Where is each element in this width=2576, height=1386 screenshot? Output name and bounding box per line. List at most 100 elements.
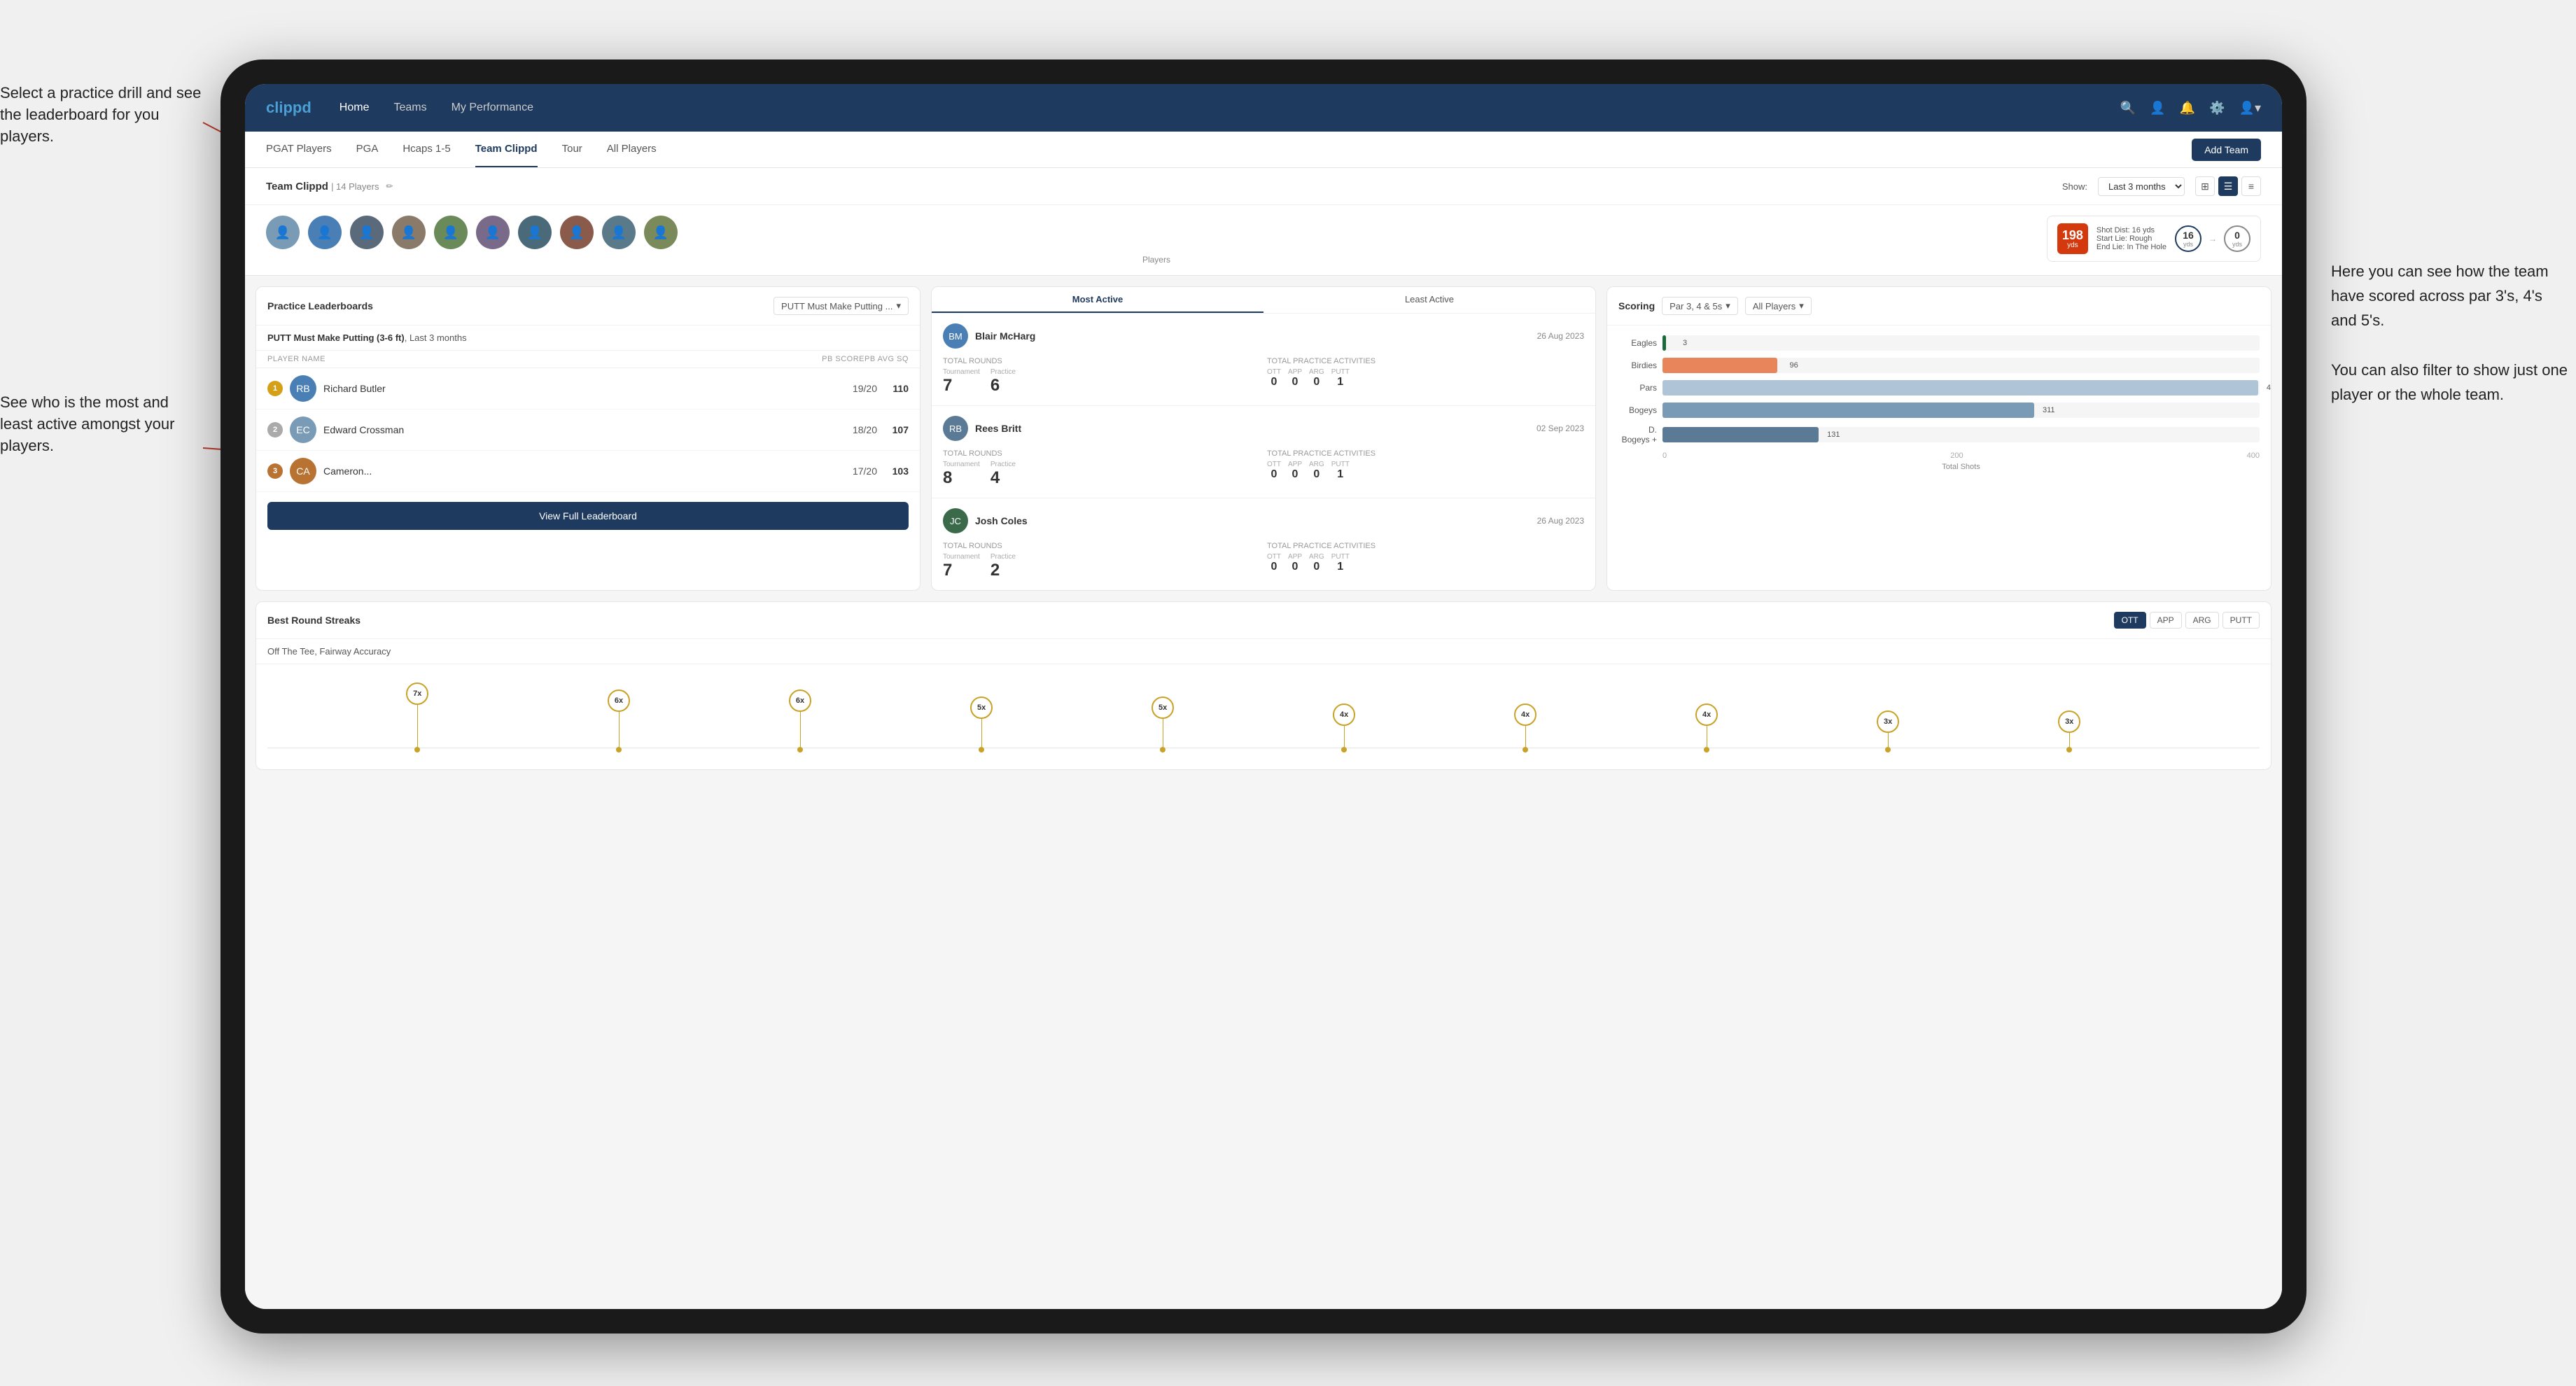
- putt-col-3: PUTT 1: [1331, 553, 1350, 573]
- bar-value-birdies: 96: [1790, 361, 1798, 370]
- scoring-header: Scoring Par 3, 4 & 5s ▾ All Players ▾: [1607, 287, 2271, 326]
- player-avatar[interactable]: 👤: [518, 216, 552, 249]
- person-icon[interactable]: 👤: [2150, 101, 2165, 115]
- streak-bubble: 6x: [608, 690, 630, 712]
- player-avatar[interactable]: 👤: [392, 216, 426, 249]
- player-filter-dropdown[interactable]: All Players ▾: [1745, 297, 1812, 315]
- putt-tab[interactable]: PUTT: [2222, 612, 2260, 629]
- activity-player-1: BM Blair McHarg 26 Aug 2023 Total Rounds…: [932, 314, 1595, 406]
- shot-values: 16 yds → 0 yds: [2175, 225, 2250, 252]
- subnav-all-players[interactable]: All Players: [607, 132, 657, 167]
- subnav-team-clippd[interactable]: Team Clippd: [475, 132, 538, 167]
- par-filter-dropdown[interactable]: Par 3, 4 & 5s ▾: [1662, 297, 1738, 315]
- pac-stats-2: Total Rounds Tournament 8 Practice 4: [943, 449, 1584, 488]
- player-avatar[interactable]: 👤: [308, 216, 342, 249]
- team-player-count: | 14 Players: [331, 181, 379, 192]
- bar-label-eagles: Eagles: [1618, 338, 1657, 348]
- pac-name-1: Blair McHarg: [975, 330, 1035, 342]
- search-icon[interactable]: 🔍: [2120, 101, 2136, 115]
- subnav-pgat-players[interactable]: PGAT Players: [266, 132, 332, 167]
- pac-player-info-1: BM Blair McHarg: [943, 323, 1035, 349]
- nav-links: Home Teams My Performance: [340, 102, 2120, 114]
- streak-dot-5x-1: 5x: [970, 696, 993, 752]
- streak-dot-circle: [616, 747, 622, 752]
- streak-dot-6x-1: 6x: [608, 690, 630, 752]
- total-practice-section-2: Total Practice Activities OTT 0 APP 0: [1267, 449, 1584, 488]
- axis-200: 200: [1950, 451, 1963, 460]
- table-view-btn[interactable]: ≡: [2241, 176, 2261, 196]
- streak-dot-6x-2: 6x: [789, 690, 811, 752]
- list-view-btn[interactable]: ☰: [2218, 176, 2238, 196]
- lb-player-row-1: 1 RB Richard Butler 19/20 110: [256, 368, 920, 410]
- player-avg-2: 107: [884, 424, 909, 435]
- player-name-1: Richard Butler: [323, 383, 846, 394]
- player-name-2: Edward Crossman: [323, 424, 846, 435]
- streak-dot-circle: [2066, 747, 2072, 752]
- arg-tab[interactable]: ARG: [2185, 612, 2219, 629]
- streak-dot-circle: [1885, 747, 1891, 752]
- app-col-3: APP 0: [1288, 553, 1302, 573]
- bar-container-bogeys: 311: [1662, 402, 2260, 418]
- player-avatar[interactable]: 👤: [644, 216, 678, 249]
- practice-col-3: Practice 2: [990, 553, 1016, 580]
- practice-col-1: Practice 6: [990, 368, 1016, 396]
- settings-icon[interactable]: ⚙️: [2209, 101, 2225, 115]
- player-avatar[interactable]: 👤: [434, 216, 468, 249]
- add-team-button[interactable]: Add Team: [2192, 139, 2261, 161]
- streak-bubble: 5x: [1152, 696, 1174, 719]
- nav-icons: 🔍 👤 🔔 ⚙️ 👤▾: [2120, 101, 2261, 115]
- bar-label-birdies: Birdies: [1618, 360, 1657, 370]
- drill-dropdown[interactable]: PUTT Must Make Putting ... ▾: [774, 297, 909, 315]
- player-avatar[interactable]: 👤: [602, 216, 636, 249]
- view-full-leaderboard-button[interactable]: View Full Leaderboard: [267, 502, 909, 530]
- arg-col-3: ARG 0: [1309, 553, 1324, 573]
- pac-header-1: BM Blair McHarg 26 Aug 2023: [943, 323, 1584, 349]
- subnav-tour[interactable]: Tour: [562, 132, 582, 167]
- sub-nav: PGAT Players PGA Hcaps 1-5 Team Clippd T…: [245, 132, 2282, 168]
- shot-details: Shot Dist: 16 yds Start Lie: Rough End L…: [2096, 226, 2166, 251]
- rank-badge-3: 3: [267, 463, 283, 479]
- player-avg-1: 110: [884, 383, 909, 394]
- most-active-tab[interactable]: Most Active: [932, 287, 1264, 313]
- bar-label-dbogeys: D. Bogeys +: [1618, 425, 1657, 444]
- player-avatar[interactable]: 👤: [476, 216, 510, 249]
- grid-view-btn[interactable]: ⊞: [2195, 176, 2215, 196]
- player-avatar[interactable]: 👤: [350, 216, 384, 249]
- bar-fill-eagles: 3: [1662, 335, 1666, 351]
- bar-container-eagles: 3: [1662, 335, 2260, 351]
- player-avatar[interactable]: 👤: [266, 216, 300, 249]
- rank-badge-1: 1: [267, 381, 283, 396]
- streak-stem: [417, 705, 418, 747]
- chevron-down-icon: ▾: [1726, 300, 1730, 312]
- ott-tab[interactable]: OTT: [2114, 612, 2146, 629]
- streaks-title: Best Round Streaks: [267, 615, 360, 626]
- show-select[interactable]: Last 3 months: [2098, 177, 2185, 196]
- streak-stem: [1344, 726, 1345, 747]
- tournament-col-2: Tournament 8: [943, 461, 980, 488]
- annotation-right: Here you can see how the team have score…: [2331, 259, 2569, 407]
- streak-dot-4x-1: 4x: [1333, 704, 1355, 752]
- subnav-hcaps[interactable]: Hcaps 1-5: [402, 132, 450, 167]
- best-round-streaks-card: Best Round Streaks OTT APP ARG PUTT Off …: [255, 601, 2272, 770]
- nav-home[interactable]: Home: [340, 102, 370, 114]
- least-active-tab[interactable]: Least Active: [1264, 287, 1595, 313]
- app-tab[interactable]: APP: [2150, 612, 2182, 629]
- bell-icon[interactable]: 🔔: [2180, 101, 2195, 115]
- streak-bubble: 4x: [1333, 704, 1355, 726]
- total-rounds-section-3: Total Rounds Tournament 7 Practice 2: [943, 542, 1260, 580]
- subnav-pga[interactable]: PGA: [356, 132, 379, 167]
- user-avatar[interactable]: 👤▾: [2239, 101, 2261, 115]
- streak-dot-7x-1: 7x: [406, 682, 428, 752]
- pac-date-1: 26 Aug 2023: [1537, 331, 1584, 341]
- nav-my-performance[interactable]: My Performance: [451, 102, 533, 114]
- bar-container-birdies: 96: [1662, 358, 2260, 373]
- nav-teams[interactable]: Teams: [393, 102, 426, 114]
- player-avatar[interactable]: 👤: [560, 216, 594, 249]
- shot-dist-label: Shot Dist: 16 yds: [2096, 226, 2166, 234]
- streak-stem: [800, 712, 801, 747]
- bar-container-pars: 499: [1662, 380, 2260, 396]
- edit-team-icon[interactable]: ✏: [386, 181, 393, 191]
- player-avatar-3: CA: [290, 458, 316, 484]
- player-avatar-1: RB: [290, 375, 316, 402]
- chevron-down-icon: ▾: [1799, 300, 1804, 312]
